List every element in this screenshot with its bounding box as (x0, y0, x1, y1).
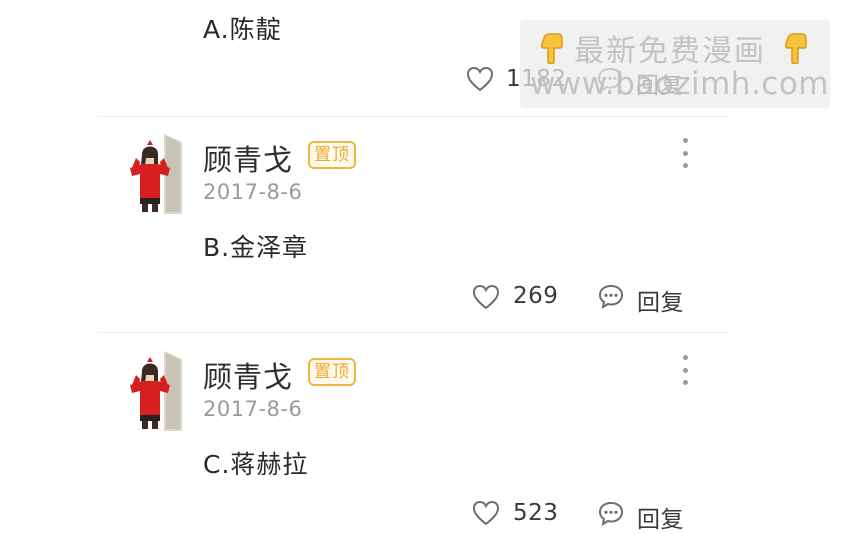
comment-bubble-icon (598, 501, 624, 527)
heart-icon (466, 66, 494, 92)
reply-button[interactable] (597, 283, 625, 313)
comment-text: A.陈靛 (203, 15, 282, 44)
like-button[interactable] (472, 500, 500, 530)
comment-date: 2017-8-6 (203, 397, 303, 421)
like-count: 523 (513, 500, 559, 526)
pinned-badge: 置顶 (308, 141, 356, 169)
more-vertical-icon[interactable] (682, 138, 688, 168)
reply-label[interactable]: 回复 (637, 500, 684, 534)
watermark-line1: 最新免费漫画 (574, 34, 766, 69)
username[interactable]: 顾青戈 (203, 137, 293, 179)
reply-button[interactable] (597, 500, 625, 530)
comment-date: 2017-8-6 (203, 180, 303, 204)
heart-icon (472, 284, 500, 310)
heart-icon (472, 500, 500, 526)
pointing-down-hand-icon (534, 30, 568, 68)
avatar[interactable] (120, 349, 184, 431)
avatar-illustration (120, 349, 184, 431)
comment-divider (98, 332, 728, 333)
comment-text: C.蒋赫拉 (203, 450, 309, 479)
pinned-badge: 置顶 (308, 358, 356, 386)
like-button[interactable] (466, 66, 494, 96)
comment-text: B.金泽章 (203, 233, 309, 262)
comment-divider (98, 116, 728, 117)
pointing-down-hand-icon (778, 30, 812, 68)
comment-bubble-icon (598, 284, 624, 310)
more-vertical-icon[interactable] (682, 355, 688, 385)
avatar[interactable] (120, 132, 184, 214)
like-count: 269 (513, 283, 559, 309)
avatar-illustration (120, 132, 184, 214)
username[interactable]: 顾青戈 (203, 354, 293, 396)
like-button[interactable] (472, 284, 500, 314)
reply-label[interactable]: 回复 (637, 283, 684, 317)
watermark-line2: www.baozimh.com (530, 66, 830, 102)
